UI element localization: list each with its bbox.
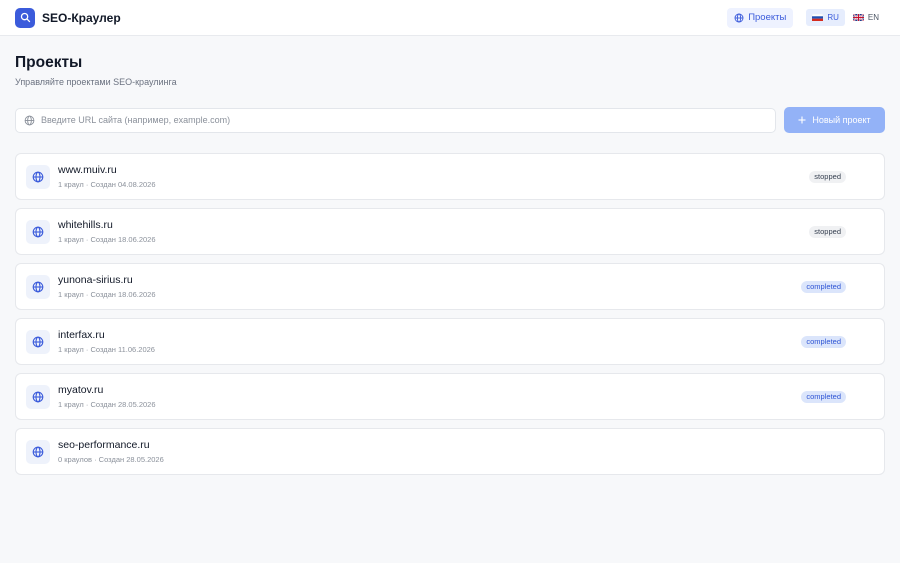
top-bar: SEO-Краулер Проекты RU EN <box>0 0 900 36</box>
status-badge: completed <box>801 390 846 403</box>
project-crawl-count: 1 краул <box>58 400 84 409</box>
globe-icon <box>32 446 44 457</box>
project-domain: seo-performance.ru <box>58 439 150 451</box>
project-globe <box>26 439 50 464</box>
language-switcher: RU EN <box>806 9 885 26</box>
page-subtitle: Управляйте проектами SEO-краулинга <box>15 77 177 87</box>
status-badge: stopped <box>809 225 846 238</box>
project-card[interactable]: www.muiv.ru 1 краул · Создан 04.08.2026 … <box>15 153 885 200</box>
lang-ru-label: RU <box>827 13 839 22</box>
nav-projects-label: Проекты <box>748 12 787 23</box>
lang-ru-button[interactable]: RU <box>806 9 845 26</box>
project-card[interactable]: interfax.ru 1 краул · Создан 11.06.2026 … <box>15 318 885 365</box>
project-domain: interfax.ru <box>58 329 105 341</box>
project-created-date: Создан 04.08.2026 <box>90 180 156 189</box>
globe-icon <box>32 391 44 402</box>
nav-projects-button[interactable]: Проекты <box>727 7 794 28</box>
project-created-date: Создан 11.06.2026 <box>90 345 155 354</box>
project-globe <box>26 219 50 244</box>
url-input-container <box>15 107 776 133</box>
project-domain: yunona-sirius.ru <box>58 274 133 286</box>
project-card[interactable]: seo-performance.ru 0 краулов · Создан 28… <box>15 428 885 475</box>
project-globe <box>26 384 50 409</box>
new-project-button[interactable]: Новый проект <box>784 107 885 133</box>
url-input[interactable] <box>41 115 767 125</box>
project-crawl-count: 1 краул <box>58 345 84 354</box>
project-meta: 1 краул · Создан 28.05.2026 <box>58 400 156 409</box>
project-meta: 1 краул · Создан 18.06.2026 <box>58 290 156 299</box>
project-info: myatov.ru 1 краул · Создан 28.05.2026 <box>58 384 801 409</box>
project-meta: 1 краул · Создан 11.06.2026 <box>58 345 155 354</box>
globe-icon <box>32 281 44 292</box>
lang-en-button[interactable]: EN <box>847 9 885 26</box>
project-info: www.muiv.ru 1 краул · Создан 04.08.2026 <box>58 164 809 189</box>
project-created-date: Создан 18.06.2026 <box>90 290 156 299</box>
project-card[interactable]: myatov.ru 1 краул · Создан 28.05.2026 co… <box>15 373 885 420</box>
new-project-label: Новый проект <box>812 115 871 125</box>
globe-icon <box>32 226 44 237</box>
project-card[interactable]: whitehills.ru 1 краул · Создан 18.06.202… <box>15 208 885 255</box>
project-card[interactable]: yunona-sirius.ru 1 краул · Создан 18.06.… <box>15 263 885 310</box>
project-domain: myatov.ru <box>58 384 104 396</box>
uk-flag-icon <box>852 14 864 21</box>
project-info: seo-performance.ru 0 краулов · Создан 28… <box>58 439 874 464</box>
status-badge: completed <box>801 280 846 293</box>
project-crawl-count: 0 краулов <box>58 455 92 464</box>
project-globe <box>26 329 50 354</box>
globe-icon <box>32 336 44 347</box>
plus-icon <box>798 116 806 124</box>
project-domain: whitehills.ru <box>58 219 113 231</box>
project-crawl-count: 1 краул <box>58 180 84 189</box>
project-created-date: Создан 18.06.2026 <box>90 235 156 244</box>
main-content: Проекты Управляйте проектами SEO-краулин… <box>0 36 900 475</box>
project-globe <box>26 164 50 189</box>
logo[interactable] <box>15 7 35 28</box>
globe-icon <box>24 115 35 125</box>
project-meta: 1 краул · Создан 04.08.2026 <box>58 180 156 189</box>
lang-en-label: EN <box>867 13 879 22</box>
new-project-row: Новый проект <box>15 107 885 133</box>
project-info: whitehills.ru 1 краул · Создан 18.06.202… <box>58 219 809 244</box>
search-icon <box>20 12 30 23</box>
project-meta: 1 краул · Создан 18.06.2026 <box>58 235 156 244</box>
project-info: yunona-sirius.ru 1 краул · Создан 18.06.… <box>58 274 801 299</box>
globe-icon <box>734 13 744 22</box>
project-info: interfax.ru 1 краул · Создан 11.06.2026 <box>58 329 801 354</box>
globe-icon <box>32 171 44 182</box>
project-list: www.muiv.ru 1 краул · Создан 04.08.2026 … <box>15 153 885 475</box>
app-title: SEO-Краулер <box>42 10 121 25</box>
project-created-date: Создан 28.05.2026 <box>90 400 156 409</box>
status-badge: completed <box>801 335 846 348</box>
project-crawl-count: 1 краул <box>58 235 84 244</box>
status-badge: stopped <box>809 170 846 183</box>
project-crawl-count: 1 краул <box>58 290 84 299</box>
project-domain: www.muiv.ru <box>58 164 117 176</box>
page-title: Проекты <box>15 54 83 71</box>
project-meta: 0 краулов · Создан 28.05.2026 <box>58 455 164 464</box>
project-created-date: Создан 28.05.2026 <box>98 455 164 464</box>
project-globe <box>26 274 50 299</box>
ru-flag-icon <box>812 14 824 21</box>
